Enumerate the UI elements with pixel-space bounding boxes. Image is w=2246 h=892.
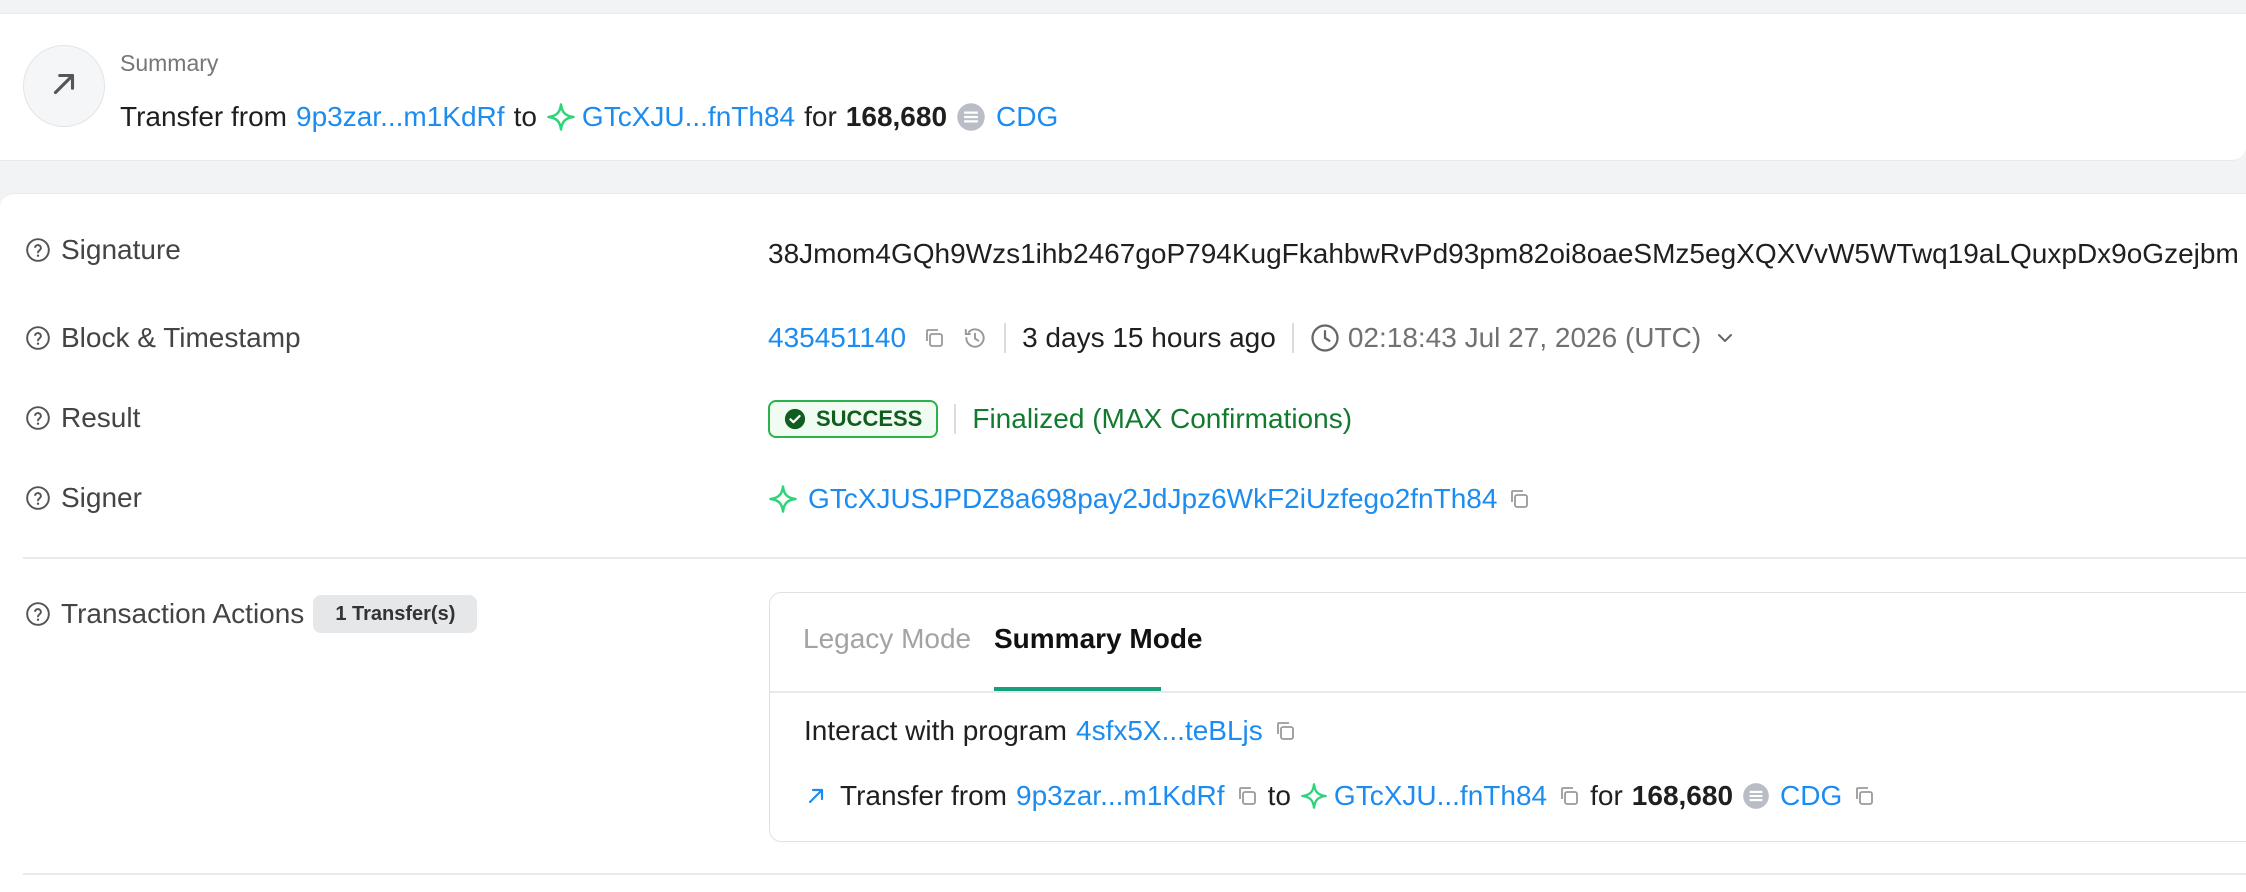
to-address-link[interactable]: GTcXJU...fnTh84 bbox=[582, 101, 795, 133]
timestamp-value: 02:18:43 Jul 27, 2026 (UTC) bbox=[1347, 322, 1702, 353]
actions-panel: Legacy Mode Summary Mode Interact with p… bbox=[769, 592, 2246, 842]
divider bbox=[23, 873, 2246, 875]
sparkle-icon bbox=[1300, 782, 1328, 810]
copy-icon[interactable] bbox=[1852, 784, 1876, 808]
transfer-from-text: Transfer from bbox=[120, 101, 287, 132]
to-text: to bbox=[513, 101, 537, 132]
transfer-count-badge: 1 Transfer(s) bbox=[313, 595, 478, 633]
result-label-row: Result bbox=[25, 402, 140, 434]
token-link[interactable]: CDG bbox=[996, 101, 1058, 133]
result-label: Result bbox=[61, 402, 141, 433]
sparkle-icon bbox=[546, 102, 576, 132]
help-icon[interactable] bbox=[25, 601, 51, 627]
interact-text: Interact with program bbox=[804, 715, 1067, 746]
relative-time: 3 days 15 hours ago bbox=[1022, 322, 1276, 353]
tab-legacy-mode[interactable]: Legacy Mode bbox=[803, 623, 971, 655]
summary-line: Transfer from 9p3zar...m1KdRf to GTcXJU.… bbox=[120, 99, 1058, 135]
actions-tabs: Legacy Mode Summary Mode bbox=[770, 593, 2246, 693]
actions-label: Transaction Actions bbox=[61, 598, 305, 629]
to-text: to bbox=[1267, 780, 1291, 811]
token-link[interactable]: CDG bbox=[1780, 780, 1842, 812]
history-icon[interactable] bbox=[962, 325, 988, 351]
copy-icon[interactable] bbox=[1273, 719, 1297, 743]
block-label: Block & Timestamp bbox=[61, 322, 301, 353]
finality-text: Finalized (MAX Confirmations) bbox=[972, 403, 1353, 434]
help-icon[interactable] bbox=[25, 325, 51, 351]
actions-label-row: Transaction Actions 1 Transfer(s) bbox=[25, 595, 478, 633]
result-value-row: SUCCESS Finalized (MAX Confirmations) bbox=[768, 400, 1352, 438]
for-text: for bbox=[1590, 780, 1623, 811]
status-badge: SUCCESS bbox=[768, 400, 939, 438]
signer-label-row: Signer bbox=[25, 482, 142, 514]
amount-value: 168,680 bbox=[1631, 780, 1734, 811]
signature-value-row: 38Jmom4GQh9Wzs1ihb2467goP794KugFkahbwRvP… bbox=[768, 238, 2246, 270]
chevron-down-icon[interactable] bbox=[1713, 326, 1737, 350]
clock-icon bbox=[1310, 323, 1340, 353]
interact-line: Interact with program 4sfx5X...teBLjs bbox=[804, 715, 1297, 747]
help-icon[interactable] bbox=[25, 485, 51, 511]
arrow-up-right-icon bbox=[47, 67, 81, 106]
token-icon bbox=[1742, 782, 1770, 810]
active-tab-indicator bbox=[994, 687, 1161, 691]
summary-card: Summary Transfer from 9p3zar...m1KdRf to… bbox=[0, 13, 2246, 161]
signature-label: Signature bbox=[61, 234, 181, 265]
transfer-from-text: Transfer from bbox=[840, 780, 1007, 811]
from-address-link[interactable]: 9p3zar...m1KdRf bbox=[296, 101, 505, 133]
tab-summary-mode[interactable]: Summary Mode bbox=[994, 623, 1203, 655]
signer-label: Signer bbox=[61, 482, 142, 513]
help-icon[interactable] bbox=[25, 237, 51, 263]
check-circle-icon bbox=[784, 408, 806, 430]
program-link[interactable]: 4sfx5X...teBLjs bbox=[1076, 715, 1263, 747]
block-value-row: 435451140 3 days 15 hours ago 02:18:43 J… bbox=[768, 322, 1737, 354]
arrow-up-right-icon bbox=[804, 784, 828, 808]
signature-label-row: Signature bbox=[25, 234, 181, 266]
copy-icon[interactable] bbox=[922, 326, 946, 350]
transfer-circle bbox=[23, 45, 105, 127]
signer-address-link[interactable]: GTcXJUSJPDZ8a698pay2JdJpz6WkF2iUzfego2fn… bbox=[808, 483, 1497, 515]
help-icon[interactable] bbox=[25, 405, 51, 431]
status-text: SUCCESS bbox=[816, 406, 923, 431]
summary-label: Summary bbox=[120, 50, 219, 76]
divider bbox=[23, 557, 2246, 559]
block-number-link[interactable]: 435451140 bbox=[768, 322, 906, 354]
block-label-row: Block & Timestamp bbox=[25, 322, 301, 354]
copy-icon[interactable] bbox=[1557, 784, 1581, 808]
sparkle-icon bbox=[768, 484, 798, 514]
amount-value: 168,680 bbox=[845, 101, 948, 132]
token-icon bbox=[956, 102, 986, 132]
transfer-action-line: Transfer from 9p3zar...m1KdRf to GTcXJU.… bbox=[804, 780, 1876, 812]
from-address-link[interactable]: 9p3zar...m1KdRf bbox=[1016, 780, 1225, 812]
copy-icon[interactable] bbox=[1235, 784, 1259, 808]
copy-icon[interactable] bbox=[1507, 487, 1531, 511]
signature-value: 38Jmom4GQh9Wzs1ihb2467goP794KugFkahbwRvP… bbox=[768, 238, 2239, 269]
for-text: for bbox=[804, 101, 837, 132]
to-address-link[interactable]: GTcXJU...fnTh84 bbox=[1334, 780, 1547, 812]
signer-value-row: GTcXJUSJPDZ8a698pay2JdJpz6WkF2iUzfego2fn… bbox=[768, 483, 1531, 515]
